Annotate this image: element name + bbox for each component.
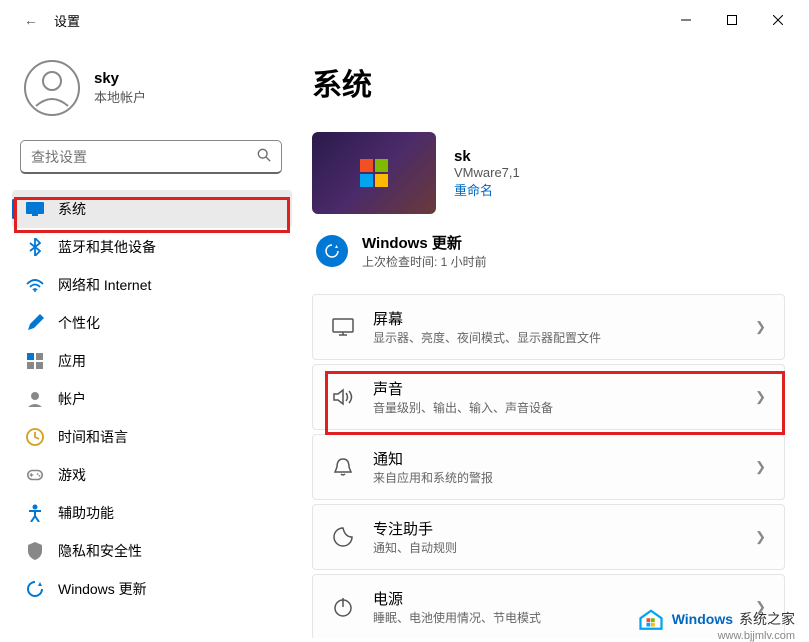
time-icon: [26, 428, 44, 446]
sidebar-item-gaming[interactable]: 游戏: [12, 456, 292, 494]
accessibility-icon: [26, 504, 44, 522]
minimize-button[interactable]: [663, 4, 709, 36]
sidebar-item-privacy[interactable]: 隐私和安全性: [12, 532, 292, 570]
nav-label: 帐户: [58, 389, 86, 409]
nav-label: 网络和 Internet: [58, 275, 151, 295]
watermark-text2: 系统之家: [739, 609, 795, 629]
display-icon: [331, 315, 355, 339]
settings-list: 屏幕显示器、亮度、夜间模式、显示器配置文件 ❯ 声音音量级别、输出、输入、声音设备 ❯…: [312, 294, 785, 638]
sound-icon: [331, 385, 355, 409]
page-title: 系统: [312, 60, 785, 104]
rename-link[interactable]: 重命名: [454, 180, 520, 199]
apps-icon: [26, 352, 44, 370]
sidebar-item-accessibility[interactable]: 辅助功能: [12, 494, 292, 532]
nav-label: 隐私和安全性: [58, 541, 142, 561]
sidebar-item-personalize[interactable]: 个性化: [12, 304, 292, 342]
chevron-right-icon: ❯: [755, 319, 766, 335]
sidebar-item-apps[interactable]: 应用: [12, 342, 292, 380]
avatar-icon: [24, 60, 80, 116]
setting-title: 屏幕: [373, 308, 737, 329]
setting-item-display[interactable]: 屏幕显示器、亮度、夜间模式、显示器配置文件 ❯: [312, 294, 785, 360]
user-section[interactable]: sky 本地帐户: [0, 40, 292, 140]
setting-item-sound[interactable]: 声音音量级别、输出、输入、声音设备 ❯: [312, 364, 785, 430]
update-icon: [26, 580, 44, 598]
setting-item-notifications[interactable]: 通知来自应用和系统的警报 ❯: [312, 434, 785, 500]
windows-logo-icon: [360, 159, 388, 187]
sidebar-item-network[interactable]: 网络和 Internet: [12, 266, 292, 304]
bluetooth-icon: [26, 238, 44, 256]
nav-label: 时间和语言: [58, 427, 128, 447]
setting-item-focus[interactable]: 专注助手通知、自动规则 ❯: [312, 504, 785, 570]
setting-desc: 显示器、亮度、夜间模式、显示器配置文件: [373, 329, 737, 346]
nav-label: 系统: [58, 199, 86, 219]
titlebar: ← 设置: [0, 0, 809, 40]
chevron-right-icon: ❯: [755, 459, 766, 475]
nav-label: 辅助功能: [58, 503, 114, 523]
window-title: 设置: [54, 11, 80, 30]
chevron-right-icon: ❯: [755, 389, 766, 405]
content-area: 系统 sk VMware7,1 重命名 Windows 更新 上次检查时间: 1…: [300, 40, 809, 638]
nav-list: 系统蓝牙和其他设备网络和 Internet 个性化应用帐户时间和语言游戏辅助功能隐…: [12, 190, 292, 608]
search-icon: [257, 148, 271, 165]
watermark-text1: Windows: [672, 611, 733, 627]
gaming-icon: [26, 466, 44, 484]
watermark: Windows 系统之家 www.bjjmlv.com: [636, 606, 795, 632]
setting-desc: 通知、自动规则: [373, 539, 737, 556]
accounts-icon: [26, 390, 44, 408]
nav-label: Windows 更新: [58, 579, 147, 599]
sidebar-item-time[interactable]: 时间和语言: [12, 418, 292, 456]
setting-title: 声音: [373, 378, 737, 399]
personalize-icon: [26, 314, 44, 332]
setting-desc: 音量级别、输出、输入、声音设备: [373, 399, 737, 416]
focus-icon: [331, 525, 355, 549]
device-name: sk: [454, 148, 520, 165]
sidebar-item-bluetooth[interactable]: 蓝牙和其他设备: [12, 228, 292, 266]
user-name: sky: [94, 70, 146, 87]
update-title: Windows 更新: [362, 232, 487, 253]
back-arrow-icon[interactable]: ←: [24, 12, 38, 28]
windows-update-section[interactable]: Windows 更新 上次检查时间: 1 小时前: [312, 232, 785, 270]
user-account-type: 本地帐户: [94, 87, 146, 106]
device-section: sk VMware7,1 重命名: [312, 132, 785, 214]
setting-desc: 来自应用和系统的警报: [373, 469, 737, 486]
nav-label: 个性化: [58, 313, 100, 333]
network-icon: [26, 276, 44, 294]
search-box[interactable]: [20, 140, 282, 174]
sidebar-item-system[interactable]: 系统: [12, 190, 292, 228]
privacy-icon: [26, 542, 44, 560]
watermark-logo-icon: [636, 606, 666, 632]
chevron-right-icon: ❯: [755, 529, 766, 545]
power-icon: [331, 595, 355, 619]
maximize-button[interactable]: [709, 4, 755, 36]
device-model: VMware7,1: [454, 165, 520, 180]
update-sub: 上次检查时间: 1 小时前: [362, 253, 487, 270]
search-input[interactable]: [31, 149, 257, 165]
watermark-url: www.bjjmlv.com: [718, 630, 795, 642]
system-icon: [26, 200, 44, 218]
nav-label: 蓝牙和其他设备: [58, 237, 156, 257]
sidebar-item-update[interactable]: Windows 更新: [12, 570, 292, 608]
sidebar: sky 本地帐户 系统蓝牙和其他设备网络和 Internet 个性化应用帐户时间和…: [0, 40, 300, 638]
sidebar-item-accounts[interactable]: 帐户: [12, 380, 292, 418]
setting-title: 专注助手: [373, 518, 737, 539]
device-thumbnail[interactable]: [312, 132, 436, 214]
nav-label: 游戏: [58, 465, 86, 485]
nav-label: 应用: [58, 351, 86, 371]
setting-title: 通知: [373, 448, 737, 469]
notifications-icon: [331, 455, 355, 479]
close-button[interactable]: [755, 4, 801, 36]
update-sync-icon: [316, 235, 348, 267]
